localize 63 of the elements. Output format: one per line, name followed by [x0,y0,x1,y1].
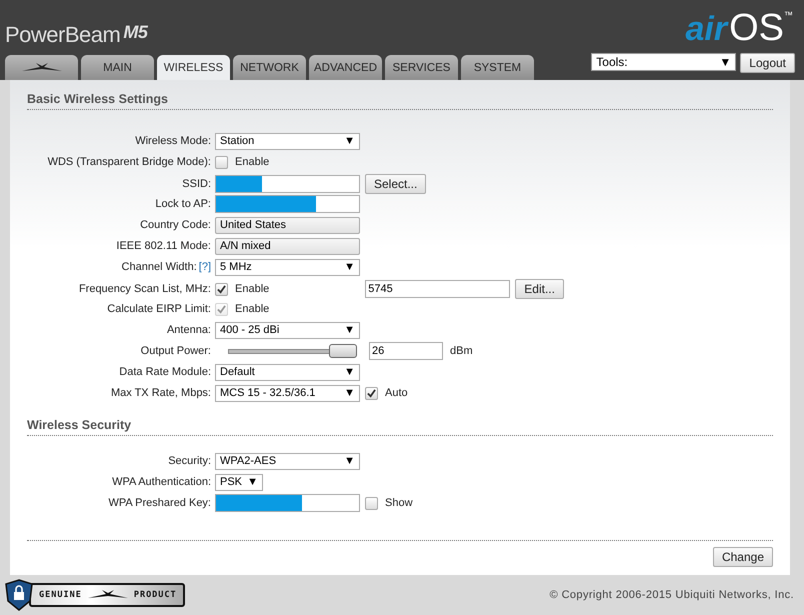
field-label: Security: [168,455,211,467]
brand-logo: airOS™ [686,10,794,51]
dropdown[interactable]: PSK ▼ [215,474,263,490]
field-label: Lock to AP: [155,198,211,210]
tab[interactable]: WIRELESS [157,55,230,80]
dropdown[interactable]: WPA2-AES ▼ [215,452,360,470]
copyright-text: © Copyright 2006-2015 Ubiquiti Networks, Inc. [550,589,794,601]
slider[interactable] [228,344,357,358]
logout-button[interactable]: Logout [740,53,795,73]
dish-logo-icon [22,62,62,72]
dropdown[interactable]: MCS 15 - 32.5/36.1 ▼ [215,384,360,402]
field-label: WPA Preshared Key: [108,497,211,509]
input-field[interactable]: 26 [369,342,443,360]
tab[interactable]: ADVANCED [309,55,382,80]
dish-logo-icon [88,590,128,600]
checkbox-label: Show [385,497,413,509]
redacted-input-field[interactable] [215,494,360,512]
field-label: SSID: [182,178,211,190]
checkbox[interactable] [365,496,378,510]
tab[interactable]: SYSTEM [461,55,534,80]
checkbox-label: Enable [235,156,270,168]
section-title: Wireless Security [27,418,773,436]
tab[interactable] [5,55,78,80]
input-field[interactable]: 5745 [365,280,510,298]
checkbox[interactable] [215,282,228,296]
field-label: Data Rate Module: [119,366,211,378]
tab[interactable]: MAIN [81,55,154,80]
checkbox-label: Enable [235,303,270,315]
unit-label: dBm [450,345,473,357]
tab[interactable]: SERVICES [385,55,458,80]
dropdown[interactable]: 400 - 25 dBi ▼ [215,322,360,338]
tab[interactable]: NETWORK [233,55,306,80]
checkbox[interactable] [215,156,228,168]
slider-thumb[interactable] [329,344,357,358]
field-label: Channel Width: [122,261,197,273]
select-button[interactable]: Select... [365,174,426,194]
field-label: WPA Authentication: [112,476,211,488]
checkbox-label: Enable [235,283,270,295]
redacted-input-field[interactable] [215,175,360,193]
field-label: Country Code: [140,219,211,231]
field-label: IEEE 802.11 Mode: [116,240,211,252]
field-label: Frequency Scan List, MHz: [78,283,211,295]
checkbox[interactable] [365,386,378,400]
redacted-input-field[interactable] [215,195,360,213]
readonly-field: United States [215,216,360,234]
field-label: WDS (Transparent Bridge Mode): [48,156,211,168]
tools-dropdown[interactable]: Tools: ▼ [591,53,736,71]
dropdown[interactable]: 5 MHz ▼ [215,258,360,276]
field-label: Max TX Rate, Mbps: [110,387,211,399]
shield-lock-icon [5,579,33,611]
field-label: Wireless Mode: [135,135,211,147]
edit-button[interactable]: Edit... [515,279,564,299]
field-label: Antenna: [166,324,211,336]
checkbox-label: Auto [385,387,408,399]
change-button[interactable]: Change [712,547,773,567]
readonly-field: A/N mixed [215,238,360,254]
dropdown[interactable]: Station ▼ [215,132,360,150]
field-label: Output Power: [140,345,211,357]
dropdown[interactable]: Default ▼ [215,364,360,380]
help-link[interactable]: [?] [198,261,211,273]
field-label: Calculate EIRP Limit: [107,303,211,315]
section-title: Basic Wireless Settings [27,92,773,110]
genuine-product-badge: GENUINE PRODUCT [29,583,185,607]
